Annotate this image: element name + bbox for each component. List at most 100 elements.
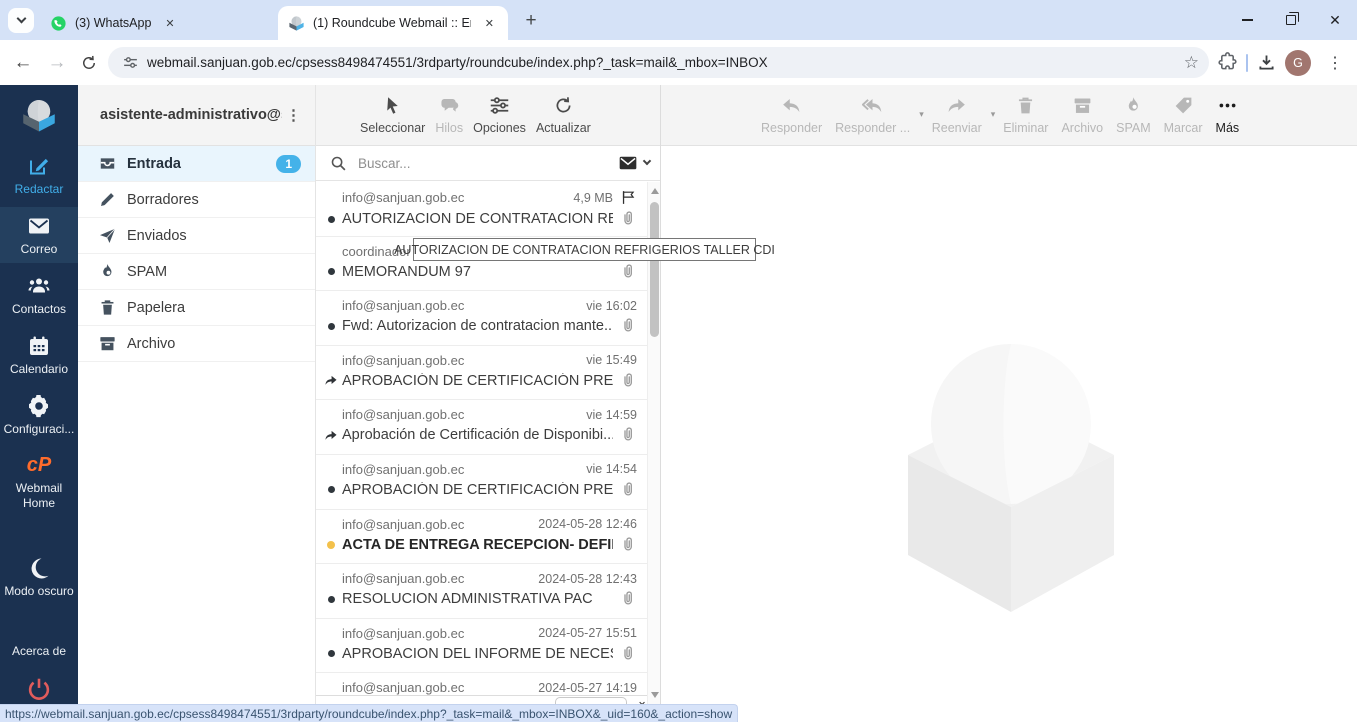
unread-dot-icon	[324, 592, 338, 606]
email-row[interactable]: info@sanjuan.gob.ec 2024-05-28 12:43 RESOL…	[316, 564, 647, 619]
roundcube-favicon	[288, 15, 305, 32]
refresh-button[interactable]	[74, 54, 104, 72]
email-subject: Fwd: Autorizacion de contratacion mante.…	[342, 318, 613, 335]
attachment-icon	[619, 590, 637, 608]
toolbar-button-hilos[interactable]: Hilos	[435, 95, 463, 135]
search-options-chevron-icon[interactable]	[642, 156, 652, 166]
toolbar-button-opciones[interactable]: Opciones	[473, 95, 526, 135]
site-settings-icon[interactable]	[122, 54, 139, 71]
sidebar-item-acerca-de[interactable]: Acerca de	[0, 609, 78, 665]
sidebar-item-contactos[interactable]: Contactos	[0, 267, 78, 323]
sidebar-item-calendario[interactable]: Calendario	[0, 327, 78, 383]
toolbar-button-responder[interactable]: Responder ...	[835, 95, 910, 135]
back-button[interactable]: ←	[6, 46, 40, 80]
account-menu-icon[interactable]: ⋮	[282, 106, 305, 124]
folder-item-entrada[interactable]: Entrada 1	[78, 146, 315, 182]
email-row[interactable]: info@sanjuan.gob.ec 4,9 MB AUTORIZACION DE…	[316, 182, 647, 237]
sidebar-item-redactar[interactable]: Redactar	[0, 147, 78, 203]
toolbar-button-responder[interactable]: Responder	[761, 95, 822, 135]
sidebar-item-configuraci[interactable]: Configuraci...	[0, 387, 78, 443]
scrollbar-thumb[interactable]	[650, 202, 659, 337]
folder-item-papelera[interactable]: Papelera	[78, 290, 315, 326]
tab-whatsapp[interactable]: (3) WhatsApp ✕	[40, 6, 268, 40]
toolbar-button-spam[interactable]: SPAM	[1116, 95, 1151, 135]
url-text[interactable]: webmail.sanjuan.gob.ec/cpsess8498474551/…	[147, 55, 1176, 70]
email-list: info@sanjuan.gob.ec 4,9 MB AUTORIZACION DE…	[316, 182, 647, 722]
search-icon[interactable]	[330, 155, 347, 172]
dropdown-caret-icon[interactable]: ▾	[991, 109, 996, 120]
toolbar-button-más[interactable]: Más	[1216, 95, 1239, 135]
extensions-icon[interactable]	[1217, 52, 1238, 73]
search-input[interactable]	[356, 154, 618, 172]
search-scope-envelope-icon[interactable]	[618, 153, 638, 173]
message-toolbar: Responder Responder ... ▾ Reenviar ▾ Eliminar…	[661, 85, 1357, 146]
fwd-indicator-icon	[324, 373, 338, 388]
flame-icon	[98, 262, 117, 281]
toolbar-button-reenviar[interactable]: Reenviar	[932, 95, 982, 135]
email-subject: RESOLUCION ADMINISTRATIVA PAC	[342, 591, 593, 608]
email-subject: Aprobación de Certificación de Disponibi…	[342, 427, 613, 444]
toolbar-button-label: Actualizar	[535, 121, 591, 135]
folder-item-archivo[interactable]: Archivo	[78, 326, 315, 362]
folder-item-enviados[interactable]: Enviados	[78, 218, 315, 254]
toolbar-button-seleccionar[interactable]: Seleccionar	[360, 95, 425, 135]
email-row[interactable]: info@sanjuan.gob.ec vie 15:49 APROBACIÓN D…	[316, 346, 647, 401]
folder-item-borradores[interactable]: Borradores	[78, 182, 315, 218]
list-scrollbar[interactable]	[647, 182, 660, 722]
sidebar-item-webmail-home[interactable]: cP Webmail Home	[0, 447, 78, 517]
sidebar-item-correo[interactable]: Correo	[0, 207, 78, 263]
unread-dot-icon	[324, 265, 338, 279]
flagged-dot-icon	[324, 538, 338, 552]
email-row[interactable]: info@sanjuan.gob.ec 2024-05-27 15:51 APROB…	[316, 619, 647, 674]
toolbar-button-marcar[interactable]: Marcar	[1164, 95, 1203, 135]
folder-item-spam[interactable]: SPAM	[78, 254, 315, 290]
toolbar-button-archivo[interactable]: Archivo	[1061, 95, 1103, 135]
new-tab-button[interactable]: +	[518, 8, 544, 34]
email-date-or-size: 2024-05-27 15:51	[538, 626, 637, 641]
close-tab-icon[interactable]: ✕	[161, 15, 178, 32]
minimize-button[interactable]	[1225, 0, 1269, 40]
scroll-up-arrow[interactable]	[651, 188, 659, 194]
gear-icon	[27, 394, 51, 418]
email-row[interactable]: info@sanjuan.gob.ec vie 16:02 Fwd: Autoriz…	[316, 291, 647, 346]
status-bar-url: https://webmail.sanjuan.gob.ec/cpsess849…	[0, 704, 739, 722]
flag-icon[interactable]	[620, 189, 637, 206]
email-subject: APROBACIÓN DE CERTIFICACIÓN PRES...	[342, 481, 613, 498]
sidebar-item-logout[interactable]	[0, 669, 78, 708]
email-sender: info@sanjuan.gob.ec	[342, 298, 465, 314]
downloads-icon[interactable]	[1256, 52, 1277, 73]
archive-icon	[98, 334, 117, 353]
email-date-or-size: vie 14:59	[586, 407, 637, 422]
sidebar-item-label: Calendario	[9, 362, 69, 376]
close-tab-icon[interactable]: ✕	[481, 15, 498, 32]
sidebar-item-modo-oscuro[interactable]: Modo oscuro	[0, 549, 78, 605]
scroll-down-arrow[interactable]	[651, 692, 659, 698]
restore-button[interactable]	[1269, 0, 1313, 40]
email-row[interactable]: info@sanjuan.gob.ec 2024-05-28 12:46 ACTA …	[316, 510, 647, 565]
tab-roundcube[interactable]: (1) Roundcube Webmail :: Entra ✕	[278, 6, 508, 40]
address-bar[interactable]: webmail.sanjuan.gob.ec/cpsess8498474551/…	[108, 47, 1209, 78]
bookmark-star-icon[interactable]: ☆	[1184, 53, 1199, 73]
attachment-icon	[619, 536, 637, 554]
email-row[interactable]: info@sanjuan.gob.ec vie 14:59 Aprobación d…	[316, 400, 647, 455]
toolbar-button-label: Marcar	[1163, 121, 1203, 135]
toolbar-button-eliminar[interactable]: Eliminar	[1003, 95, 1048, 135]
close-window-button[interactable]: ✕	[1313, 0, 1357, 40]
tab-search-button[interactable]	[8, 8, 34, 33]
search-bar	[316, 146, 660, 181]
unread-dot-icon	[324, 483, 338, 497]
email-sender: info@sanjuan.gob.ec	[342, 352, 465, 368]
dropdown-caret-icon[interactable]: ▾	[919, 109, 924, 120]
sidebar-item-label: Redactar	[14, 182, 64, 196]
reply-icon	[781, 95, 802, 116]
attachment-icon	[619, 645, 637, 663]
browser-menu-icon[interactable]: ⋮	[1319, 53, 1351, 73]
email-sender: info@sanjuan.gob.ec	[342, 680, 465, 696]
sidebar-item-label: Configuraci...	[3, 422, 75, 436]
profile-avatar[interactable]: G	[1285, 49, 1311, 76]
toolbar-button-actualizar[interactable]: Actualizar	[536, 95, 591, 135]
refresh-icon	[553, 95, 574, 116]
email-sender: info@sanjuan.gob.ec	[342, 571, 465, 587]
forward-button[interactable]: →	[40, 46, 74, 80]
email-row[interactable]: info@sanjuan.gob.ec vie 14:54 APROBACIÓN D…	[316, 455, 647, 510]
